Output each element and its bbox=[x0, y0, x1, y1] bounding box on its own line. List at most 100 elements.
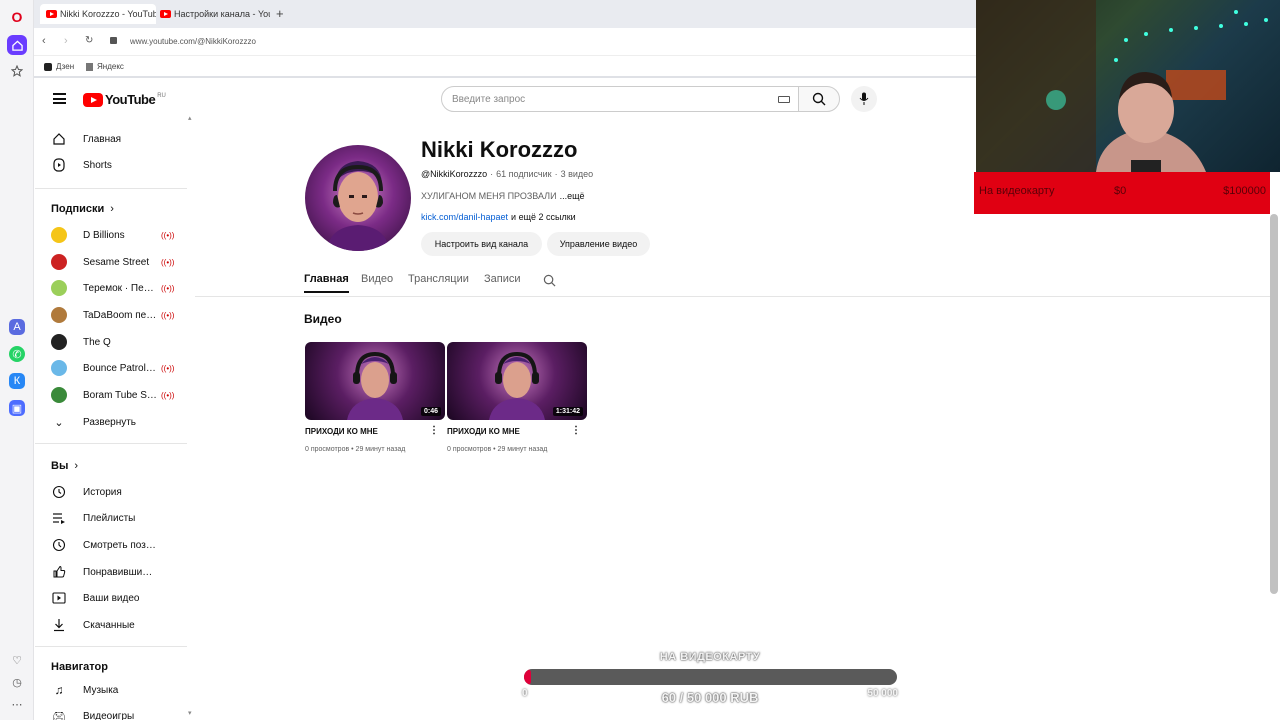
live-indicator-icon: ((•)) bbox=[161, 310, 175, 320]
sidebar-item-gaming[interactable]: 🎮︎ Видеоигры bbox=[35, 703, 187, 720]
vk-rail-icon[interactable]: К bbox=[9, 373, 25, 389]
bookmark-dzen[interactable]: Дзен bbox=[44, 62, 74, 71]
sidebar-item-label: Развернуть bbox=[83, 416, 137, 428]
goal-progress-overlay: НА ВИДЕОКАРТУ 0 60 / 50 000 RUB 50 000 bbox=[520, 650, 904, 710]
goal-progress-track bbox=[524, 669, 897, 685]
page-icon bbox=[86, 62, 93, 71]
video-duration: 0:46 bbox=[420, 407, 441, 416]
forward-icon[interactable]: › bbox=[64, 35, 68, 47]
home-rail-icon[interactable] bbox=[7, 35, 27, 55]
sidebar-item-subscription[interactable]: Bounce Patrol - ... ((•)) bbox=[35, 355, 187, 381]
sidebar-item-watch-later[interactable]: Смотреть позже bbox=[35, 532, 187, 558]
sidebar-item-playlists[interactable]: Плейлисты bbox=[35, 505, 187, 531]
channel-search-icon[interactable] bbox=[543, 274, 556, 287]
video-thumbnail[interactable]: 1:31:42 bbox=[447, 342, 587, 420]
more-actions-icon[interactable]: ⋮ bbox=[571, 425, 581, 436]
history-rail-icon[interactable]: ◷ bbox=[7, 672, 27, 692]
sidebar-item-your-videos[interactable]: Ваши видео bbox=[35, 585, 187, 611]
more-links[interactable]: и ещё 2 ссылки bbox=[511, 212, 576, 222]
sidebar-item-music[interactable]: ♫ Музыка bbox=[35, 677, 187, 703]
heart-rail-icon[interactable]: ♡ bbox=[7, 650, 27, 670]
divider bbox=[35, 188, 187, 189]
more-rail-icon[interactable]: ⋯ bbox=[7, 694, 27, 714]
you-header[interactable]: Вы › bbox=[51, 460, 78, 472]
back-icon[interactable]: ‹ bbox=[42, 35, 46, 47]
channel-avatar bbox=[51, 254, 67, 270]
search-box[interactable]: Введите запрос bbox=[441, 86, 799, 112]
sidebar-item-liked[interactable]: Понравившиеся bbox=[35, 559, 187, 585]
aria-rail-icon[interactable]: A bbox=[9, 319, 25, 335]
channel-links: kick.com/danil-hapaet и ещё 2 ссылки bbox=[421, 212, 576, 222]
page-scrollbar[interactable] bbox=[1270, 214, 1278, 594]
keyboard-icon[interactable] bbox=[778, 96, 790, 103]
sidebar-item-subscription[interactable]: Теремок · Песе... ((•)) bbox=[35, 275, 187, 301]
tab-channel-settings[interactable]: Настройки канала - YouT bbox=[154, 4, 270, 24]
sidebar-item-subscription[interactable]: TaDaBoom песе... ((•)) bbox=[35, 302, 187, 328]
new-tab-button[interactable]: + bbox=[276, 6, 284, 21]
opera-logo-icon[interactable]: O bbox=[7, 7, 27, 27]
sidebar-item-subscription[interactable]: The Q bbox=[35, 329, 187, 355]
video-age: 29 минут назад bbox=[355, 446, 406, 453]
webcam-feed-icon bbox=[976, 0, 1268, 172]
search-button[interactable] bbox=[798, 86, 840, 112]
video-thumbnail[interactable]: 0:46 bbox=[305, 342, 445, 420]
video-title[interactable]: ПРИХОДИ КО МНЕ bbox=[447, 427, 587, 436]
sidebar-item-history[interactable]: История bbox=[35, 479, 187, 505]
tab-youtube-channel[interactable]: Nikki Korozzzo - YouTube bbox=[40, 4, 156, 24]
video-card[interactable]: 1:31:42 ПРИХОДИ КО МНЕ ⋮ 0 просмотров • … bbox=[447, 342, 587, 453]
tab-videos[interactable]: Видео bbox=[361, 273, 393, 285]
video-meta: 0 просмотров • 29 минут назад bbox=[447, 446, 587, 453]
sidebar-item-subscription[interactable]: Sesame Street ((•)) bbox=[35, 249, 187, 275]
tab-live[interactable]: Трансляции bbox=[408, 273, 469, 285]
voice-search-button[interactable] bbox=[851, 86, 877, 112]
star-rail-icon[interactable] bbox=[7, 61, 27, 81]
tab-posts[interactable]: Записи bbox=[484, 273, 521, 285]
meta-separator: · bbox=[490, 169, 494, 179]
address-bar-row: ‹ › ↻ www.youtube.com/@NikkiKorozzzo bbox=[34, 28, 976, 56]
lock-icon bbox=[110, 37, 117, 44]
tab-home[interactable]: Главная bbox=[304, 273, 349, 293]
gaming-rail-icon[interactable]: ▣ bbox=[9, 400, 25, 416]
channel-handle: @NikkiKorozzzo bbox=[421, 169, 488, 179]
watch-later-icon bbox=[51, 537, 67, 553]
video-views: 0 просмотров bbox=[305, 446, 350, 453]
channel-description[interactable]: ХУЛИГАНОМ МЕНЯ ПРОЗВАЛИ ...ещё bbox=[421, 191, 584, 201]
channel-link[interactable]: kick.com/danil-hapaet bbox=[421, 212, 508, 222]
url-field[interactable]: www.youtube.com/@NikkiKorozzzo bbox=[130, 37, 256, 46]
chevron-right-icon: › bbox=[74, 460, 79, 472]
live-indicator-icon: ((•)) bbox=[161, 283, 175, 293]
sidebar-item-subscription[interactable]: Boram Tube Stor... ((•)) bbox=[35, 382, 187, 408]
more-actions-icon[interactable]: ⋮ bbox=[429, 425, 439, 436]
reload-icon[interactable]: ↻ bbox=[85, 35, 93, 46]
sidebar-item-label: Главная bbox=[83, 133, 122, 145]
download-icon bbox=[51, 617, 67, 633]
dzen-icon bbox=[44, 62, 52, 71]
video-card[interactable]: 0:46 ПРИХОДИ КО МНЕ ⋮ 0 просмотров • 29 … bbox=[305, 342, 445, 453]
bookmark-yandex[interactable]: Яндекс bbox=[86, 62, 124, 71]
sidebar-item-home[interactable]: Главная bbox=[35, 126, 187, 152]
youtube-sidebar: Главная Shorts Подписки › D Billions ((•… bbox=[35, 80, 195, 720]
meta-separator: · bbox=[554, 169, 558, 179]
channel-name: Nikki Korozzzo bbox=[421, 137, 578, 162]
sidebar-scroll-down-icon[interactable]: ▾ bbox=[188, 709, 192, 717]
sidebar-scroll-up-icon[interactable]: ▴ bbox=[188, 114, 192, 122]
manage-videos-button[interactable]: Управление видео bbox=[547, 232, 650, 256]
browser-side-rail: O A ✆ К ▣ ♡ ◷ ⋯ bbox=[0, 0, 34, 720]
microphone-icon bbox=[859, 92, 869, 105]
sidebar-item-subscription[interactable]: D Billions ((•)) bbox=[35, 222, 187, 248]
sidebar-item-label: Sesame Street bbox=[83, 256, 150, 268]
video-title[interactable]: ПРИХОДИ КО МНЕ bbox=[305, 427, 445, 436]
channel-avatar-large[interactable] bbox=[305, 145, 411, 251]
gaming-icon: 🎮︎ bbox=[52, 710, 66, 720]
like-icon bbox=[51, 564, 67, 580]
customize-channel-button[interactable]: Настроить вид канала bbox=[421, 232, 542, 256]
whatsapp-rail-icon[interactable]: ✆ bbox=[9, 346, 25, 362]
sidebar-expand-button[interactable]: ⌄ Развернуть bbox=[35, 409, 187, 435]
sidebar-item-shorts[interactable]: Shorts bbox=[35, 152, 187, 178]
subscriptions-header[interactable]: Подписки › bbox=[51, 203, 114, 215]
sidebar-item-label: Bounce Patrol - ... bbox=[83, 362, 157, 374]
search-input[interactable]: Введите запрос bbox=[452, 94, 525, 105]
sidebar-item-downloads[interactable]: Скачанные bbox=[35, 612, 187, 638]
description-text: ХУЛИГАНОМ МЕНЯ ПРОЗВАЛИ bbox=[421, 191, 557, 201]
description-more-link[interactable]: ...ещё bbox=[560, 191, 585, 201]
